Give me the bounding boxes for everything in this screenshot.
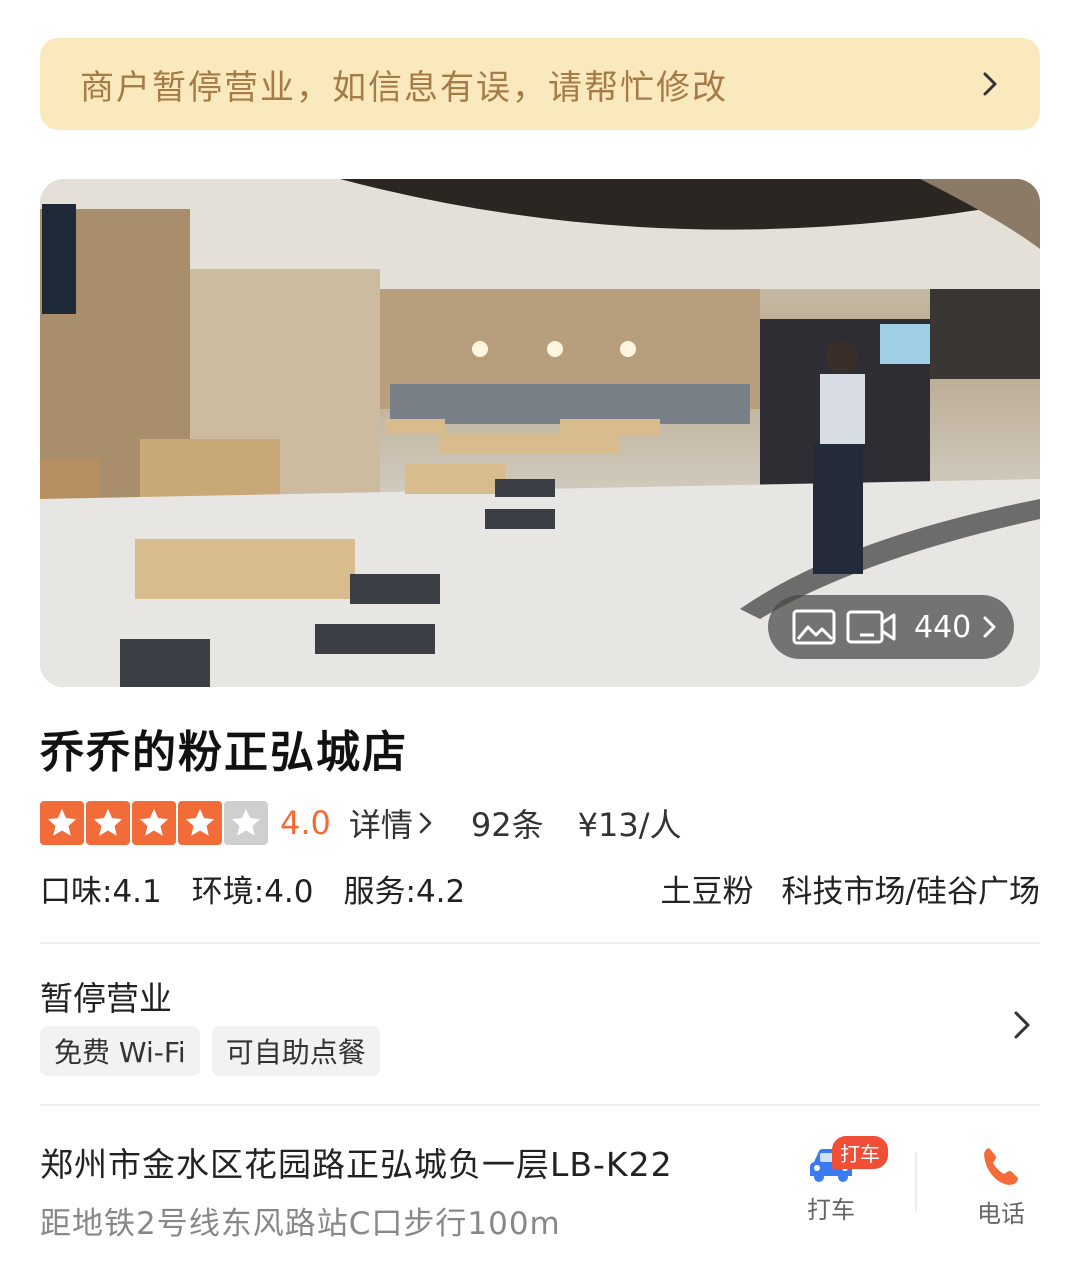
shop-name: 乔乔的粉正弘城店 xyxy=(40,727,408,778)
price-per-person: ¥13/人 xyxy=(577,806,682,844)
metro-distance: 距地铁2号线东风路站C口步行100m xyxy=(40,1206,561,1242)
district-link[interactable]: 科技市场/硅谷广场 xyxy=(782,866,1040,911)
star-rating xyxy=(40,801,268,845)
phone-label: 电话 xyxy=(977,1200,1025,1228)
facility-tags: 免费 Wi-Fi 可自助点餐 xyxy=(40,1026,380,1076)
taxi-badge: 打车 xyxy=(832,1136,888,1169)
sub-scores-row: 口味:4.1 环境:4.0 服务:4.2 土豆粉 科技市场/硅谷广场 xyxy=(40,866,1040,910)
facility-tag: 免费 Wi-Fi xyxy=(40,1026,200,1076)
star-empty-icon xyxy=(224,801,268,845)
chevron-right-icon xyxy=(983,72,997,96)
taste-score: 口味:4.1 xyxy=(40,873,162,910)
business-status: 暂停营业 xyxy=(40,979,172,1018)
star-icon xyxy=(178,801,222,845)
video-icon xyxy=(846,610,896,644)
category-link[interactable]: 土豆粉 xyxy=(661,866,754,911)
suspended-notice-banner[interactable]: 商户暂停营业，如信息有误，请帮忙修改 xyxy=(40,38,1040,130)
environment-score: 环境:4.0 xyxy=(191,873,314,910)
chevron-right-icon[interactable] xyxy=(1008,1008,1036,1042)
divider xyxy=(40,942,1040,944)
star-icon xyxy=(86,801,130,845)
divider xyxy=(40,1104,1040,1106)
service-score: 服务:4.2 xyxy=(343,873,466,910)
rating-score: 4.0 xyxy=(280,804,331,842)
phone-button[interactable]: 电话 xyxy=(956,1144,1046,1229)
rating-detail-link[interactable]: 详情 xyxy=(349,800,435,846)
media-count: 440 xyxy=(914,609,972,645)
notice-text: 商户暂停营业，如信息有误，请帮忙修改 xyxy=(80,67,728,108)
facility-tag: 可自助点餐 xyxy=(211,1026,380,1076)
taxi-label: 打车 xyxy=(807,1196,855,1224)
chevron-right-icon xyxy=(419,812,432,834)
detail-label: 详情 xyxy=(348,806,413,844)
review-count[interactable]: 92条 xyxy=(471,800,544,846)
chevron-right-icon xyxy=(983,616,996,638)
rating-row: 4.0 详情 92条 ¥13/人 xyxy=(40,800,682,846)
address[interactable]: 郑州市金水区花园路正弘城负一层LB-K22 xyxy=(40,1138,673,1186)
phone-icon xyxy=(984,1148,1018,1185)
image-icon xyxy=(792,609,836,645)
divider xyxy=(915,1152,917,1212)
media-gallery-button[interactable]: 440 xyxy=(768,595,1014,659)
star-icon xyxy=(40,801,84,845)
star-icon xyxy=(132,801,176,845)
shop-photo[interactable]: 440 xyxy=(40,179,1040,687)
